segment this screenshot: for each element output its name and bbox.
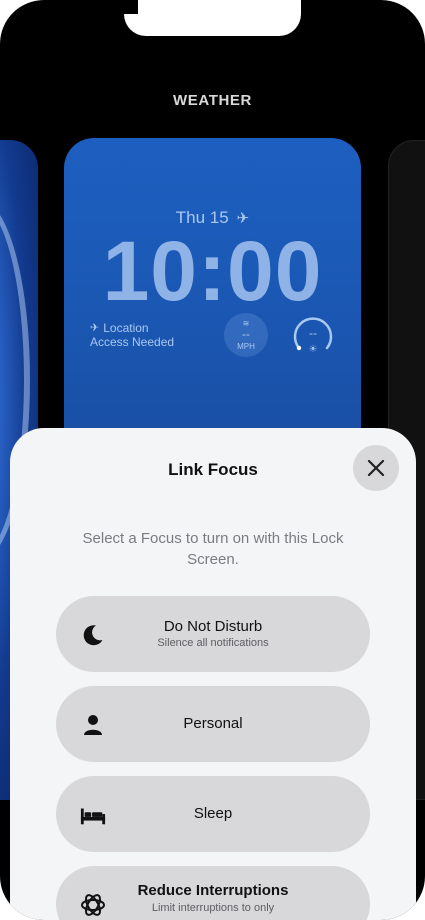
- uv-value: --: [309, 326, 317, 340]
- close-button[interactable]: [353, 445, 399, 491]
- gallery-section-title: WEATHER: [173, 92, 252, 109]
- focus-option-sublabel: Limit interruptions to only: [151, 902, 275, 914]
- focus-option-sleep[interactable]: Sleep: [56, 776, 370, 852]
- wind-widget: ≋ -- MPH: [224, 313, 268, 357]
- focus-option-label: Personal: [183, 715, 243, 732]
- location-widget: ✈ Location Access Needed: [90, 321, 174, 349]
- focus-option-label: Sleep: [193, 805, 233, 822]
- focus-option-personal[interactable]: Personal: [56, 686, 370, 762]
- location-arrow-icon: ✈: [90, 322, 100, 334]
- lock-clock: 10:00: [102, 224, 323, 318]
- wind-value: --: [242, 327, 250, 341]
- focus-option-label: Reduce Interruptions: [137, 882, 289, 899]
- focus-option-label: Do Not Disturb: [163, 618, 263, 635]
- close-icon: [367, 459, 385, 477]
- focus-option-reduce-interruptions[interactable]: Reduce Interruptions Limit interruptions…: [56, 866, 370, 920]
- sheet-subtitle: Select a Focus to turn on with this Lock…: [82, 530, 344, 568]
- phone-frame: WEATHER Thu 15 ✈ 10:00 ✈ Location Access …: [0, 0, 425, 920]
- device-notch: [124, 0, 301, 36]
- focus-option-sublabel: Silence all notifications: [157, 637, 269, 649]
- sun-icon: ☀: [308, 344, 318, 355]
- lock-screen-preview[interactable]: Thu 15 ✈ 10:00 ✈ Location Access Needed ≋…: [64, 138, 361, 458]
- uv-widget: -- ☀: [291, 314, 335, 358]
- wind-unit: MPH: [237, 342, 255, 351]
- location-line-2: Access Needed: [90, 335, 175, 349]
- focus-option-do-not-disturb[interactable]: Do Not Disturb Silence all notifications: [56, 596, 370, 672]
- link-focus-sheet: Link Focus Select a Focus to turn on wit…: [10, 428, 416, 920]
- location-line-1: Location: [103, 321, 149, 335]
